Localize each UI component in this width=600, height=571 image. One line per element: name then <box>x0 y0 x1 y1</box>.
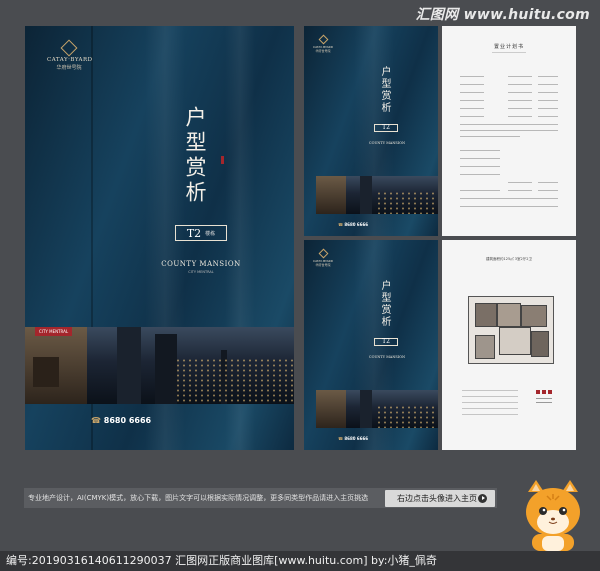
brand-logo-small: CATAY·BYARD 华府世号院 <box>308 248 338 267</box>
sheet-purchase-plan: 置业计划书 <box>442 26 576 236</box>
logo-icon <box>318 248 328 259</box>
description-text: 专业地产设计，AI(CMYK)模式，放心下载，图片文字可以根据实际情况调整，更多… <box>28 494 369 502</box>
project-name-small: COUNTY MANSION <box>368 355 406 359</box>
go-homepage-button[interactable]: 右边点击头像进入主页 <box>385 490 495 507</box>
brand-cn: 华府世号院 <box>56 65 82 71</box>
brochure-small-top: CATAY·BYARD 华府世号院 户型赏析 T2 COUNTY MANSION… <box>304 26 438 236</box>
type-sub: 楼栋 <box>205 230 216 237</box>
main-title: 户型赏析 <box>183 106 207 206</box>
phone-icon: ☎ <box>338 436 343 441</box>
footer-info: 编号:20190316140611290037 汇图网正版商业图库[www.hu… <box>0 551 600 571</box>
brand-logo-small: CATAY·BYARD 华府世号院 <box>308 34 338 53</box>
logo-icon <box>60 39 78 57</box>
logo-icon <box>318 34 328 45</box>
type-badge-small: T2 <box>374 338 398 346</box>
city-label: CITY MENTRAL <box>35 327 73 336</box>
city-photo: CITY MENTRAL <box>25 327 294 404</box>
compass-icon <box>534 390 554 412</box>
small-title: 户型赏析 <box>379 66 390 114</box>
phone-small: ☎ 8680 6666 <box>338 222 369 227</box>
info-lines <box>442 240 576 450</box>
phone-icon: ☎ <box>338 222 343 227</box>
type-badge: T2 楼栋 <box>175 225 227 241</box>
phone-small: ☎ 8680 6666 <box>338 436 369 441</box>
city-photo-small <box>316 390 438 428</box>
small-title: 户型赏析 <box>379 280 390 328</box>
project-sub: CITY MENTRAL <box>188 270 214 274</box>
title-accent <box>221 156 224 164</box>
brochure-main: CATAY·BYARD 华府世号院 户型赏析 T2 楼栋 COUNTY MANS… <box>25 26 294 450</box>
brochure-small-bottom: CATAY·BYARD 华府世号院 户型赏析 T2 COUNTY MANSION… <box>304 240 438 450</box>
project-name: COUNTY MANSION <box>161 260 241 268</box>
watermark: 汇图网 www.huitu.com <box>415 7 590 23</box>
brand-logo: CATAY·BYARD 华府世号院 <box>47 39 93 71</box>
city-photo-small <box>316 176 438 214</box>
cat-avatar[interactable] <box>518 478 588 551</box>
type-badge-small: T2 <box>374 124 398 132</box>
type-code: T2 <box>186 226 202 240</box>
phone-number: ☎ 8680 6666 <box>91 416 152 425</box>
sheet-floor-plan: 建筑面积约125㎡ 3室2厅2卫 <box>442 240 576 450</box>
arrow-right-icon <box>478 494 487 503</box>
phone-icon: ☎ <box>91 416 101 425</box>
form-lines <box>442 26 576 236</box>
brand-en: CATAY·BYARD <box>47 57 93 63</box>
project-name-small: COUNTY MANSION <box>368 141 406 145</box>
